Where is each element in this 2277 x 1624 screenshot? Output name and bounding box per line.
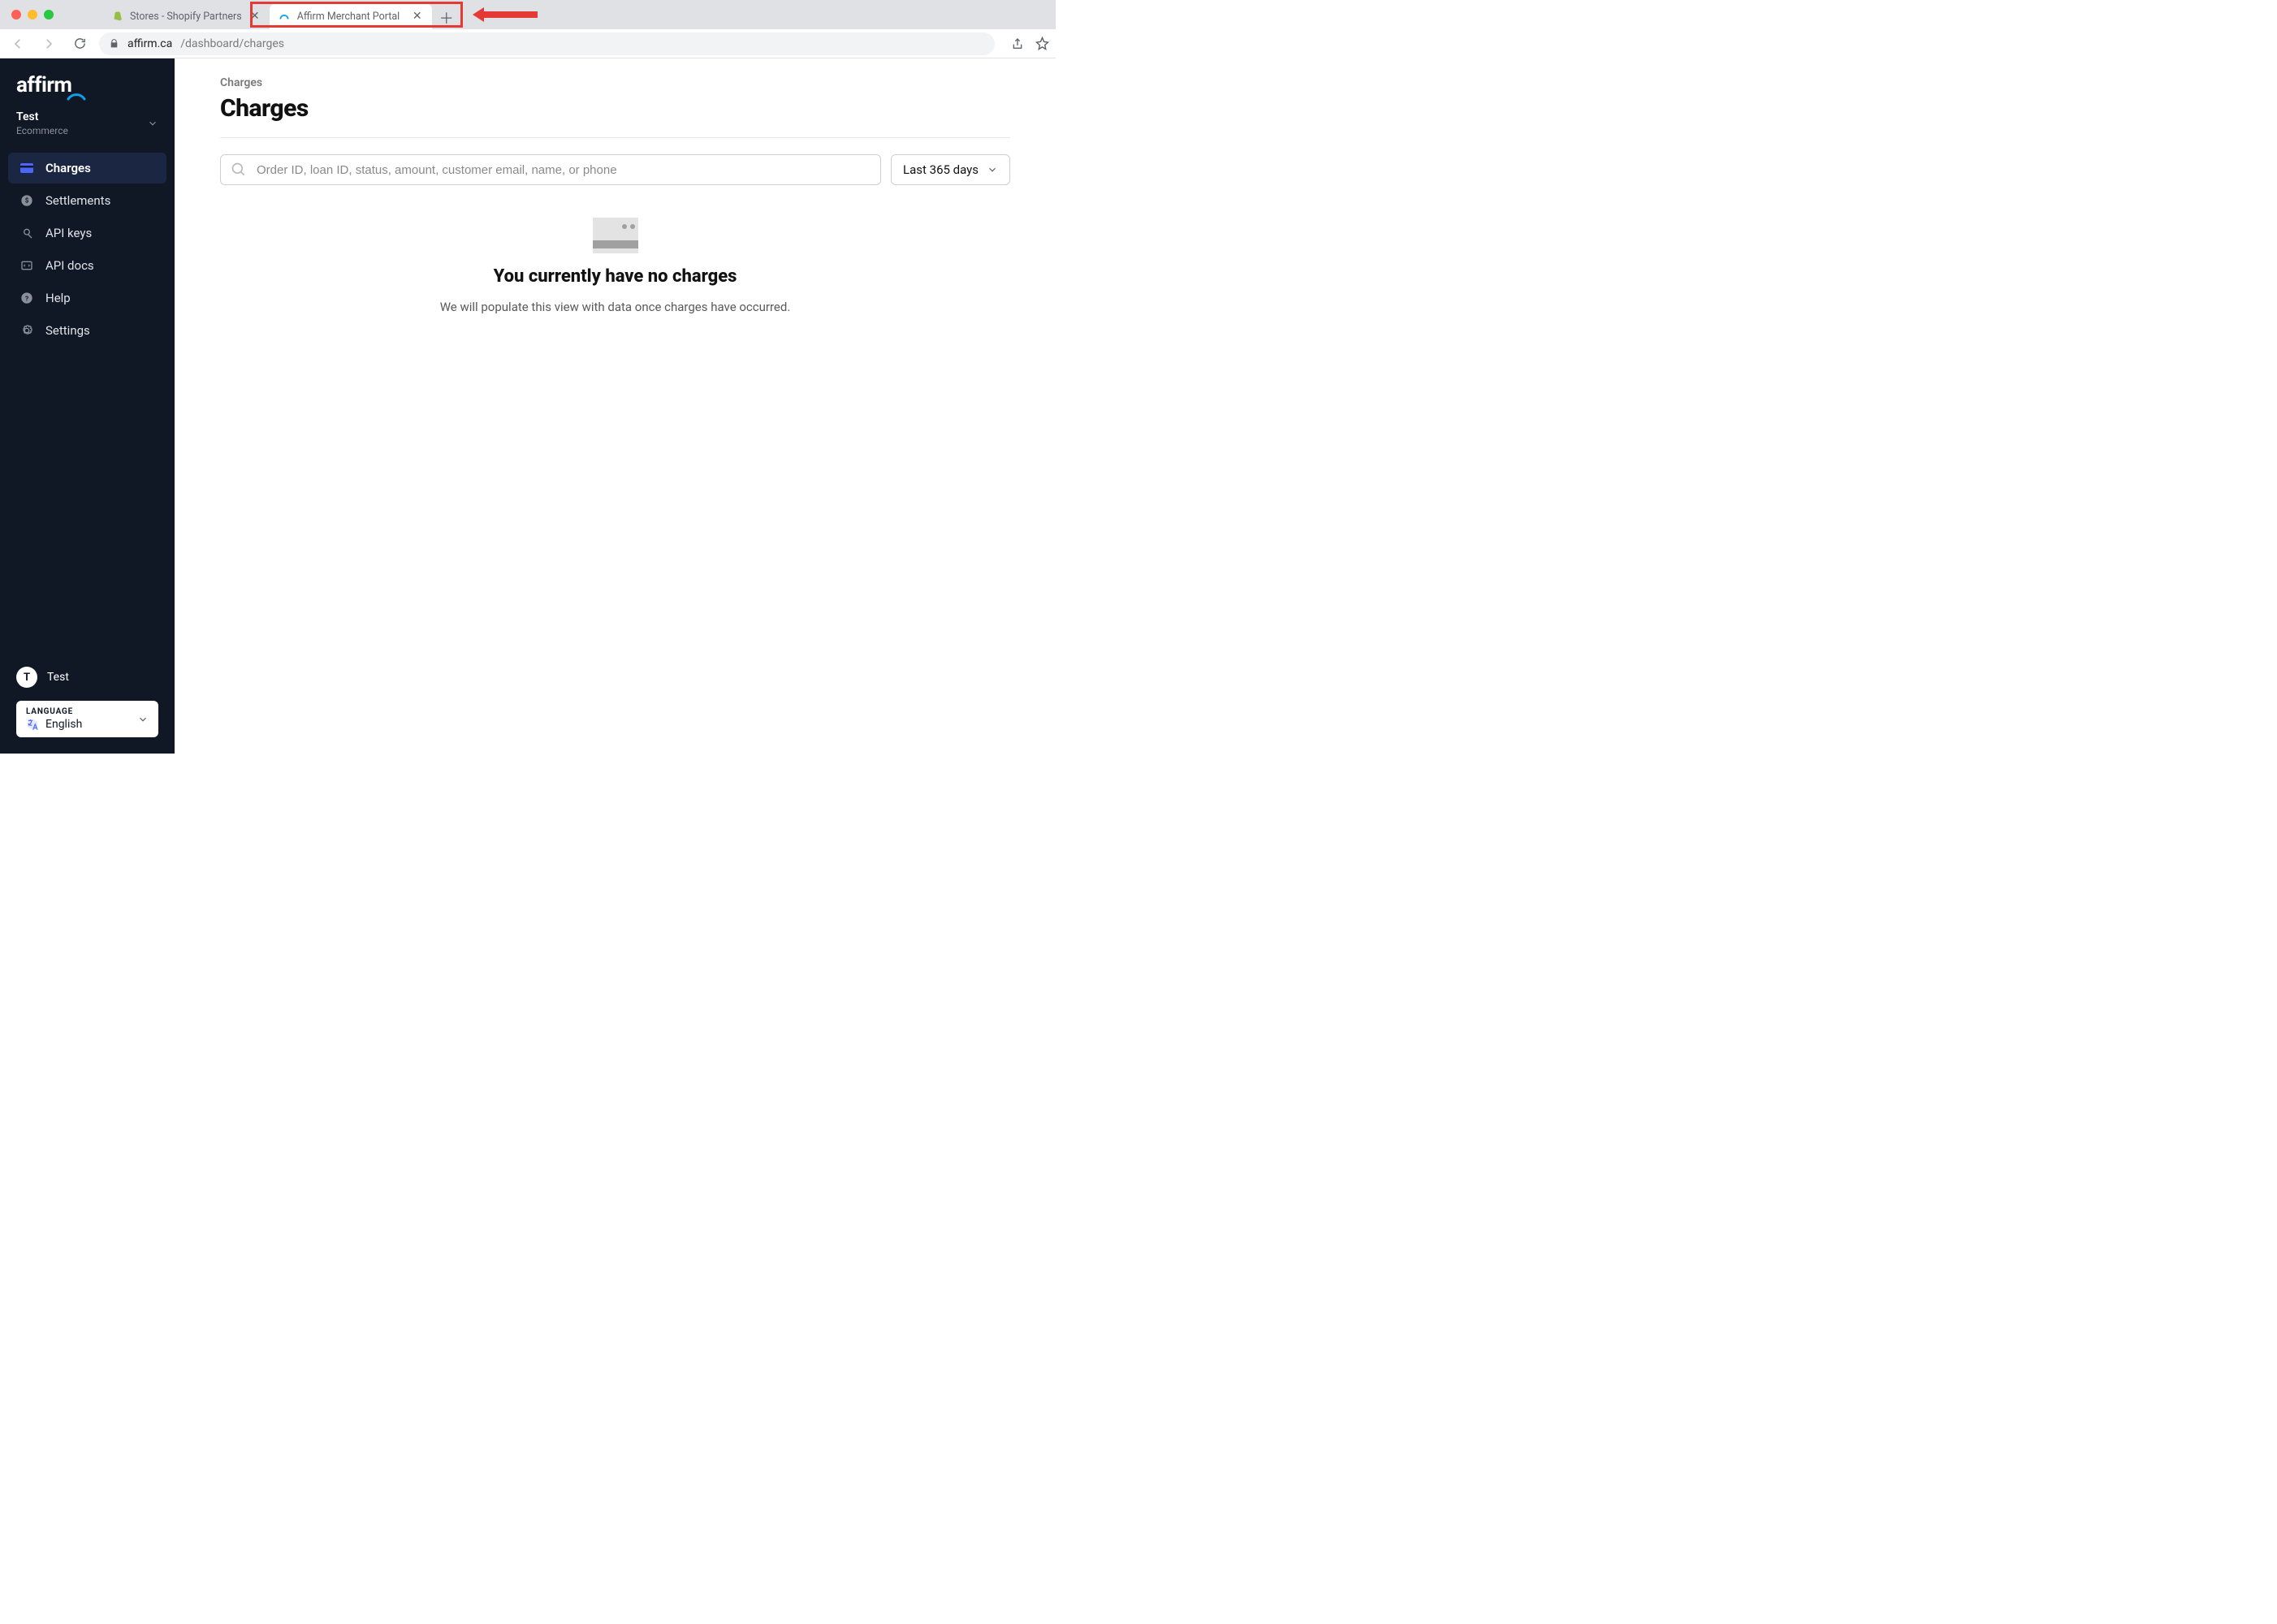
date-range-filter[interactable]: Last 365 days — [891, 154, 1010, 185]
share-icon[interactable] — [1011, 37, 1024, 50]
sidebar-nav: Charges $ Settlements API keys API docs … — [0, 148, 175, 351]
sidebar-item-label: Help — [45, 291, 71, 305]
main-content: Charges Charges Last 365 days You curren… — [175, 58, 1056, 754]
card-icon — [19, 161, 34, 175]
divider — [220, 137, 1010, 138]
sidebar-item-label: API docs — [45, 258, 94, 273]
empty-text: We will populate this view with data onc… — [440, 300, 791, 314]
reload-button[interactable] — [68, 32, 91, 55]
tab-label: Stores - Shopify Partners — [130, 11, 242, 23]
language-value: English — [45, 718, 82, 731]
search-box[interactable] — [220, 154, 881, 185]
annotation-arrow — [473, 7, 538, 22]
affirm-favicon — [278, 10, 291, 23]
sidebar-item-api-docs[interactable]: API docs — [8, 250, 166, 281]
window-controls — [11, 10, 54, 19]
svg-text:?: ? — [25, 295, 28, 303]
shopify-favicon — [110, 10, 123, 23]
date-filter-label: Last 365 days — [903, 162, 979, 177]
chevron-down-icon — [137, 714, 149, 725]
empty-title: You currently have no charges — [494, 266, 737, 287]
tab-affirm-merchant-portal[interactable]: Affirm Merchant Portal ✕ — [270, 3, 432, 29]
url-host: affirm.ca — [127, 37, 172, 50]
sidebar-item-label: Settlements — [45, 193, 110, 208]
sidebar-item-label: API keys — [45, 226, 92, 240]
language-label: LANGUAGE — [26, 707, 82, 716]
svg-text:$: $ — [25, 197, 29, 205]
store-type: Ecommerce — [16, 125, 68, 136]
code-icon — [19, 258, 34, 273]
tab-shopify-partners[interactable]: Stores - Shopify Partners ✕ — [102, 3, 270, 29]
breadcrumb: Charges — [220, 76, 1010, 89]
address-bar[interactable]: affirm.ca/dashboard/charges — [99, 32, 995, 55]
tab-label: Affirm Merchant Portal — [297, 11, 404, 23]
url-path: /dashboard/charges — [180, 37, 284, 50]
brand-text: affirm — [16, 73, 71, 97]
sidebar-item-settings[interactable]: Settings — [8, 315, 166, 346]
sidebar-item-charges[interactable]: Charges — [8, 153, 166, 184]
browser-toolbar: affirm.ca/dashboard/charges — [0, 29, 1056, 58]
brand-logo: affirm — [0, 58, 175, 102]
user-menu[interactable]: T Test — [16, 667, 158, 688]
sidebar-item-settlements[interactable]: $ Settlements — [8, 185, 166, 216]
store-name: Test — [16, 110, 68, 123]
new-tab-button[interactable]: ＋ — [435, 6, 458, 29]
window-close-button[interactable] — [11, 10, 21, 19]
gear-icon — [19, 323, 34, 338]
chevron-down-icon — [147, 118, 158, 129]
brand-arc-icon — [67, 84, 86, 101]
search-input[interactable] — [257, 163, 871, 177]
empty-state: You currently have no charges We will po… — [220, 218, 1010, 314]
window-maximize-button[interactable] — [44, 10, 54, 19]
window-minimize-button[interactable] — [28, 10, 37, 19]
bookmark-icon[interactable] — [1035, 37, 1049, 50]
translate-icon — [26, 718, 39, 731]
dollar-circle-icon: $ — [19, 193, 34, 208]
avatar: T — [16, 667, 37, 688]
sidebar-item-label: Settings — [45, 323, 90, 338]
page-title: Charges — [220, 94, 1010, 123]
sidebar-item-label: Charges — [45, 161, 91, 175]
sidebar: affirm Test Ecommerce Charges $ Set — [0, 58, 175, 754]
store-switcher[interactable]: Test Ecommerce — [0, 102, 175, 148]
sidebar-item-help[interactable]: ? Help — [8, 283, 166, 313]
back-button[interactable] — [6, 32, 29, 55]
language-selector[interactable]: LANGUAGE English — [16, 701, 158, 737]
help-icon: ? — [19, 291, 34, 305]
key-icon — [19, 226, 34, 240]
close-icon[interactable]: ✕ — [248, 10, 261, 23]
forward-button[interactable] — [37, 32, 60, 55]
sidebar-item-api-keys[interactable]: API keys — [8, 218, 166, 248]
chevron-down-icon — [987, 164, 998, 175]
lock-icon — [109, 38, 119, 49]
search-icon — [231, 162, 247, 178]
tabs: Stores - Shopify Partners ✕ Affirm Merch… — [102, 0, 458, 29]
empty-card-icon — [593, 218, 638, 253]
user-name: Test — [47, 671, 69, 684]
close-icon[interactable]: ✕ — [411, 10, 424, 23]
